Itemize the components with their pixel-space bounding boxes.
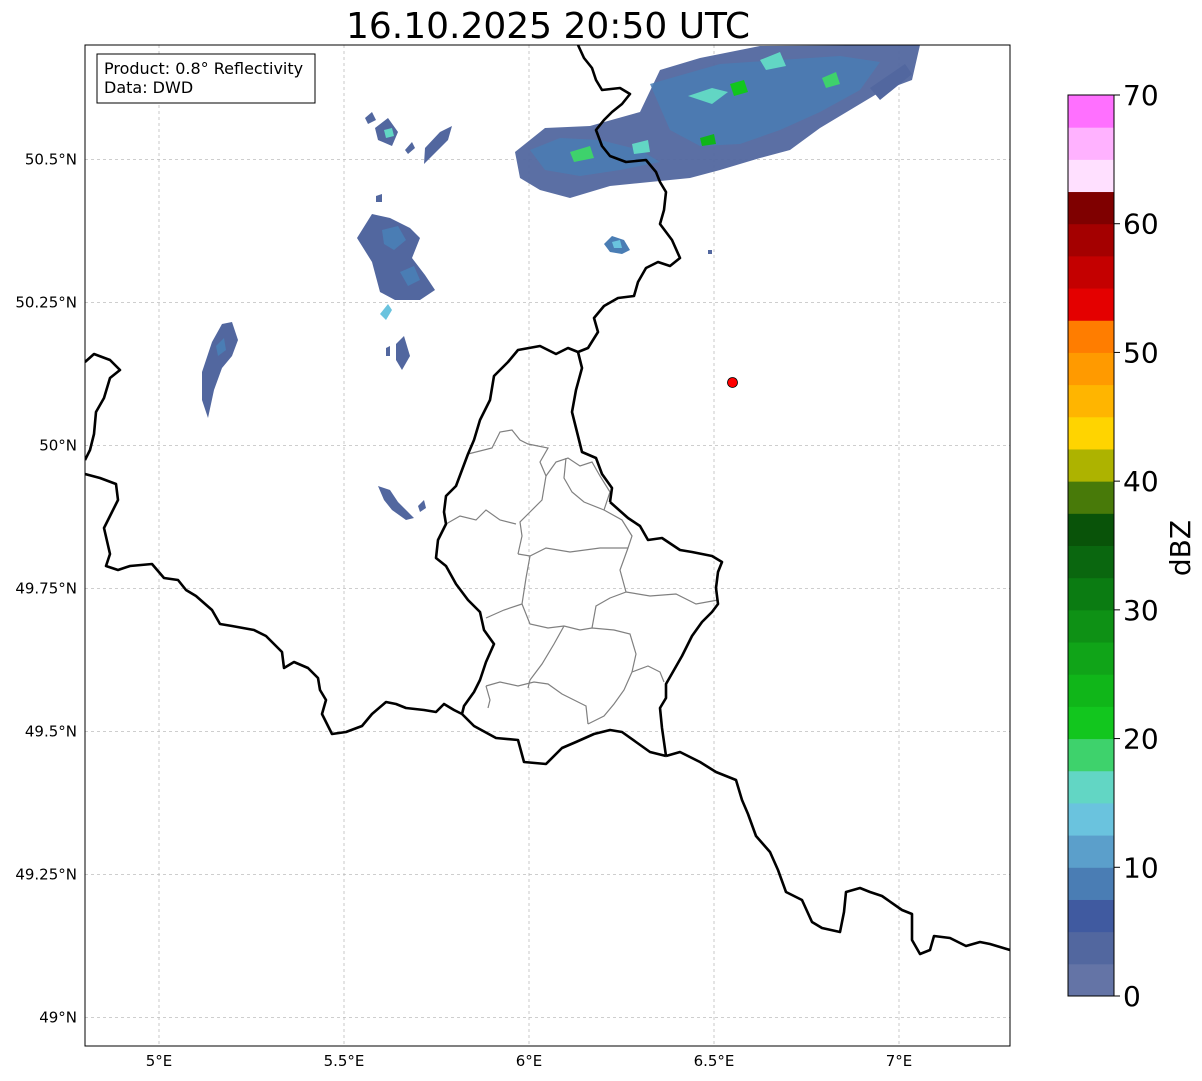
location-marker — [727, 377, 738, 388]
lon-tick-label: 5°E — [146, 1052, 173, 1070]
colorbar-segment — [1068, 963, 1114, 997]
colorbar-label: dBZ — [1164, 520, 1197, 576]
colorbar-segment — [1068, 609, 1114, 643]
colorbar-segment — [1068, 127, 1114, 160]
lon-tick-label: 6°E — [516, 1052, 543, 1070]
colorbar-segment — [1068, 738, 1114, 772]
lat-tick-label: 49.25°N — [15, 865, 77, 883]
colorbar-tick-label: 20 — [1123, 723, 1159, 756]
colorbar-segment — [1068, 674, 1114, 707]
colorbar-tick-label: 0 — [1123, 980, 1141, 1013]
radar-figure: 16.10.2025 20:50 UTC 5°E 5.5°E 6°E 6.5°E… — [15, 6, 1197, 1070]
map-title: 16.10.2025 20:50 UTC — [346, 6, 750, 47]
colorbar-segment — [1068, 288, 1114, 321]
colorbar-segment — [1068, 899, 1114, 933]
colorbar-tick-label: 10 — [1123, 851, 1159, 884]
lon-tick-label: 7°E — [886, 1052, 913, 1070]
lat-tick-label: 50.5°N — [25, 150, 77, 168]
colorbar-segment — [1068, 416, 1114, 450]
colorbar-segment — [1068, 545, 1114, 579]
lat-tick-label: 50.25°N — [15, 293, 77, 311]
colorbar-segment — [1068, 577, 1114, 611]
lon-tick-label: 5.5°E — [324, 1052, 365, 1070]
colorbar-tick-label: 50 — [1123, 336, 1159, 369]
colorbar-segment — [1068, 802, 1114, 836]
lat-tick-label: 49.75°N — [15, 579, 77, 597]
echo-patch — [708, 250, 712, 254]
colorbar-segment — [1068, 931, 1114, 965]
colorbar-segment — [1068, 384, 1114, 418]
info-box: Product: 0.8° Reflectivity Data: DWD — [96, 53, 316, 104]
colorbar-segment — [1068, 835, 1114, 868]
colorbar-segment — [1068, 159, 1114, 193]
colorbar-segment — [1068, 223, 1114, 257]
colorbar-tick-label: 60 — [1123, 208, 1159, 241]
colorbar-segment — [1068, 513, 1114, 546]
info-product-text: Product: 0.8° Reflectivity — [104, 59, 303, 78]
colorbar-segment — [1068, 642, 1114, 675]
colorbar-segments — [1068, 95, 1114, 997]
colorbar-segment — [1068, 95, 1114, 128]
colorbar-segment — [1068, 255, 1114, 289]
colorbar-ticks: 0 10 20 30 40 50 60 70 — [1114, 79, 1159, 1013]
lat-tick-label: 50°N — [39, 436, 77, 454]
colorbar-segment — [1068, 481, 1114, 514]
colorbar-tick-label: 40 — [1123, 465, 1159, 498]
lon-tick-label: 6.5°E — [694, 1052, 735, 1070]
info-source-text: Data: DWD — [104, 78, 193, 97]
map-area — [85, 45, 1010, 1046]
colorbar-segment — [1068, 770, 1114, 804]
colorbar-tick-label: 30 — [1123, 594, 1159, 627]
colorbar-segment — [1068, 867, 1114, 900]
lat-tick-label: 49°N — [39, 1008, 77, 1026]
colorbar-segment — [1068, 352, 1114, 386]
map-background — [85, 45, 1010, 1046]
colorbar-segment — [1068, 706, 1114, 740]
colorbar-segment — [1068, 191, 1114, 225]
colorbar-tick-label: 70 — [1123, 79, 1159, 112]
colorbar: 0 10 20 30 40 50 60 70 dBZ — [1067, 79, 1197, 1013]
colorbar-segment — [1068, 448, 1114, 482]
lat-tick-label: 49.5°N — [25, 722, 77, 740]
colorbar-segment — [1068, 320, 1114, 353]
